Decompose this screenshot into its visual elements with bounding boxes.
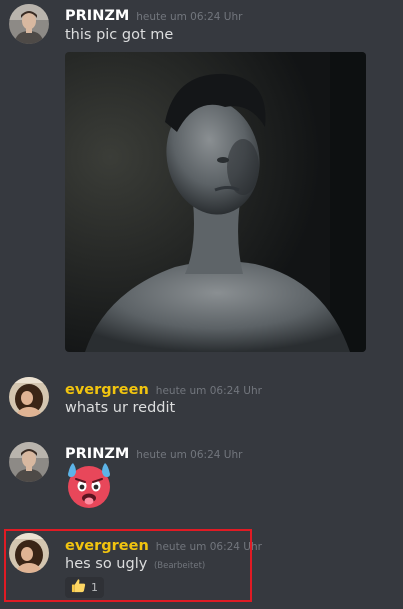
reaction-count: 1 xyxy=(91,581,98,594)
reaction-thumbs-up[interactable]: 1 xyxy=(65,577,104,598)
message-text: whats ur reddit xyxy=(65,400,176,416)
username[interactable]: PRINZM xyxy=(65,8,129,24)
message-text-content: hes so ugly xyxy=(65,556,148,572)
username[interactable]: evergreen xyxy=(65,382,149,398)
username[interactable]: evergreen xyxy=(65,538,149,554)
edited-label: (Bearbeitet) xyxy=(153,561,206,571)
avatar-prinzm[interactable] xyxy=(9,442,49,482)
timestamp: heute um 06:24 Uhr xyxy=(155,385,262,397)
image-attachment[interactable] xyxy=(65,52,366,352)
hot-face-emoji xyxy=(64,460,114,510)
timestamp: heute um 06:24 Uhr xyxy=(136,449,243,461)
chat-window: PRINZM heute um 06:24 Uhr this pic got me xyxy=(0,0,403,609)
avatar-evergreen[interactable] xyxy=(9,533,49,573)
thumbs-up-icon xyxy=(71,578,86,597)
timestamp: heute um 06:24 Uhr xyxy=(136,11,243,23)
avatar-evergreen[interactable] xyxy=(9,377,49,417)
avatar-prinzm[interactable] xyxy=(9,4,49,44)
message-text: hes so ugly (Bearbeitet) xyxy=(65,556,205,572)
timestamp: heute um 06:24 Uhr xyxy=(155,541,262,553)
message-text: this pic got me xyxy=(65,27,174,43)
